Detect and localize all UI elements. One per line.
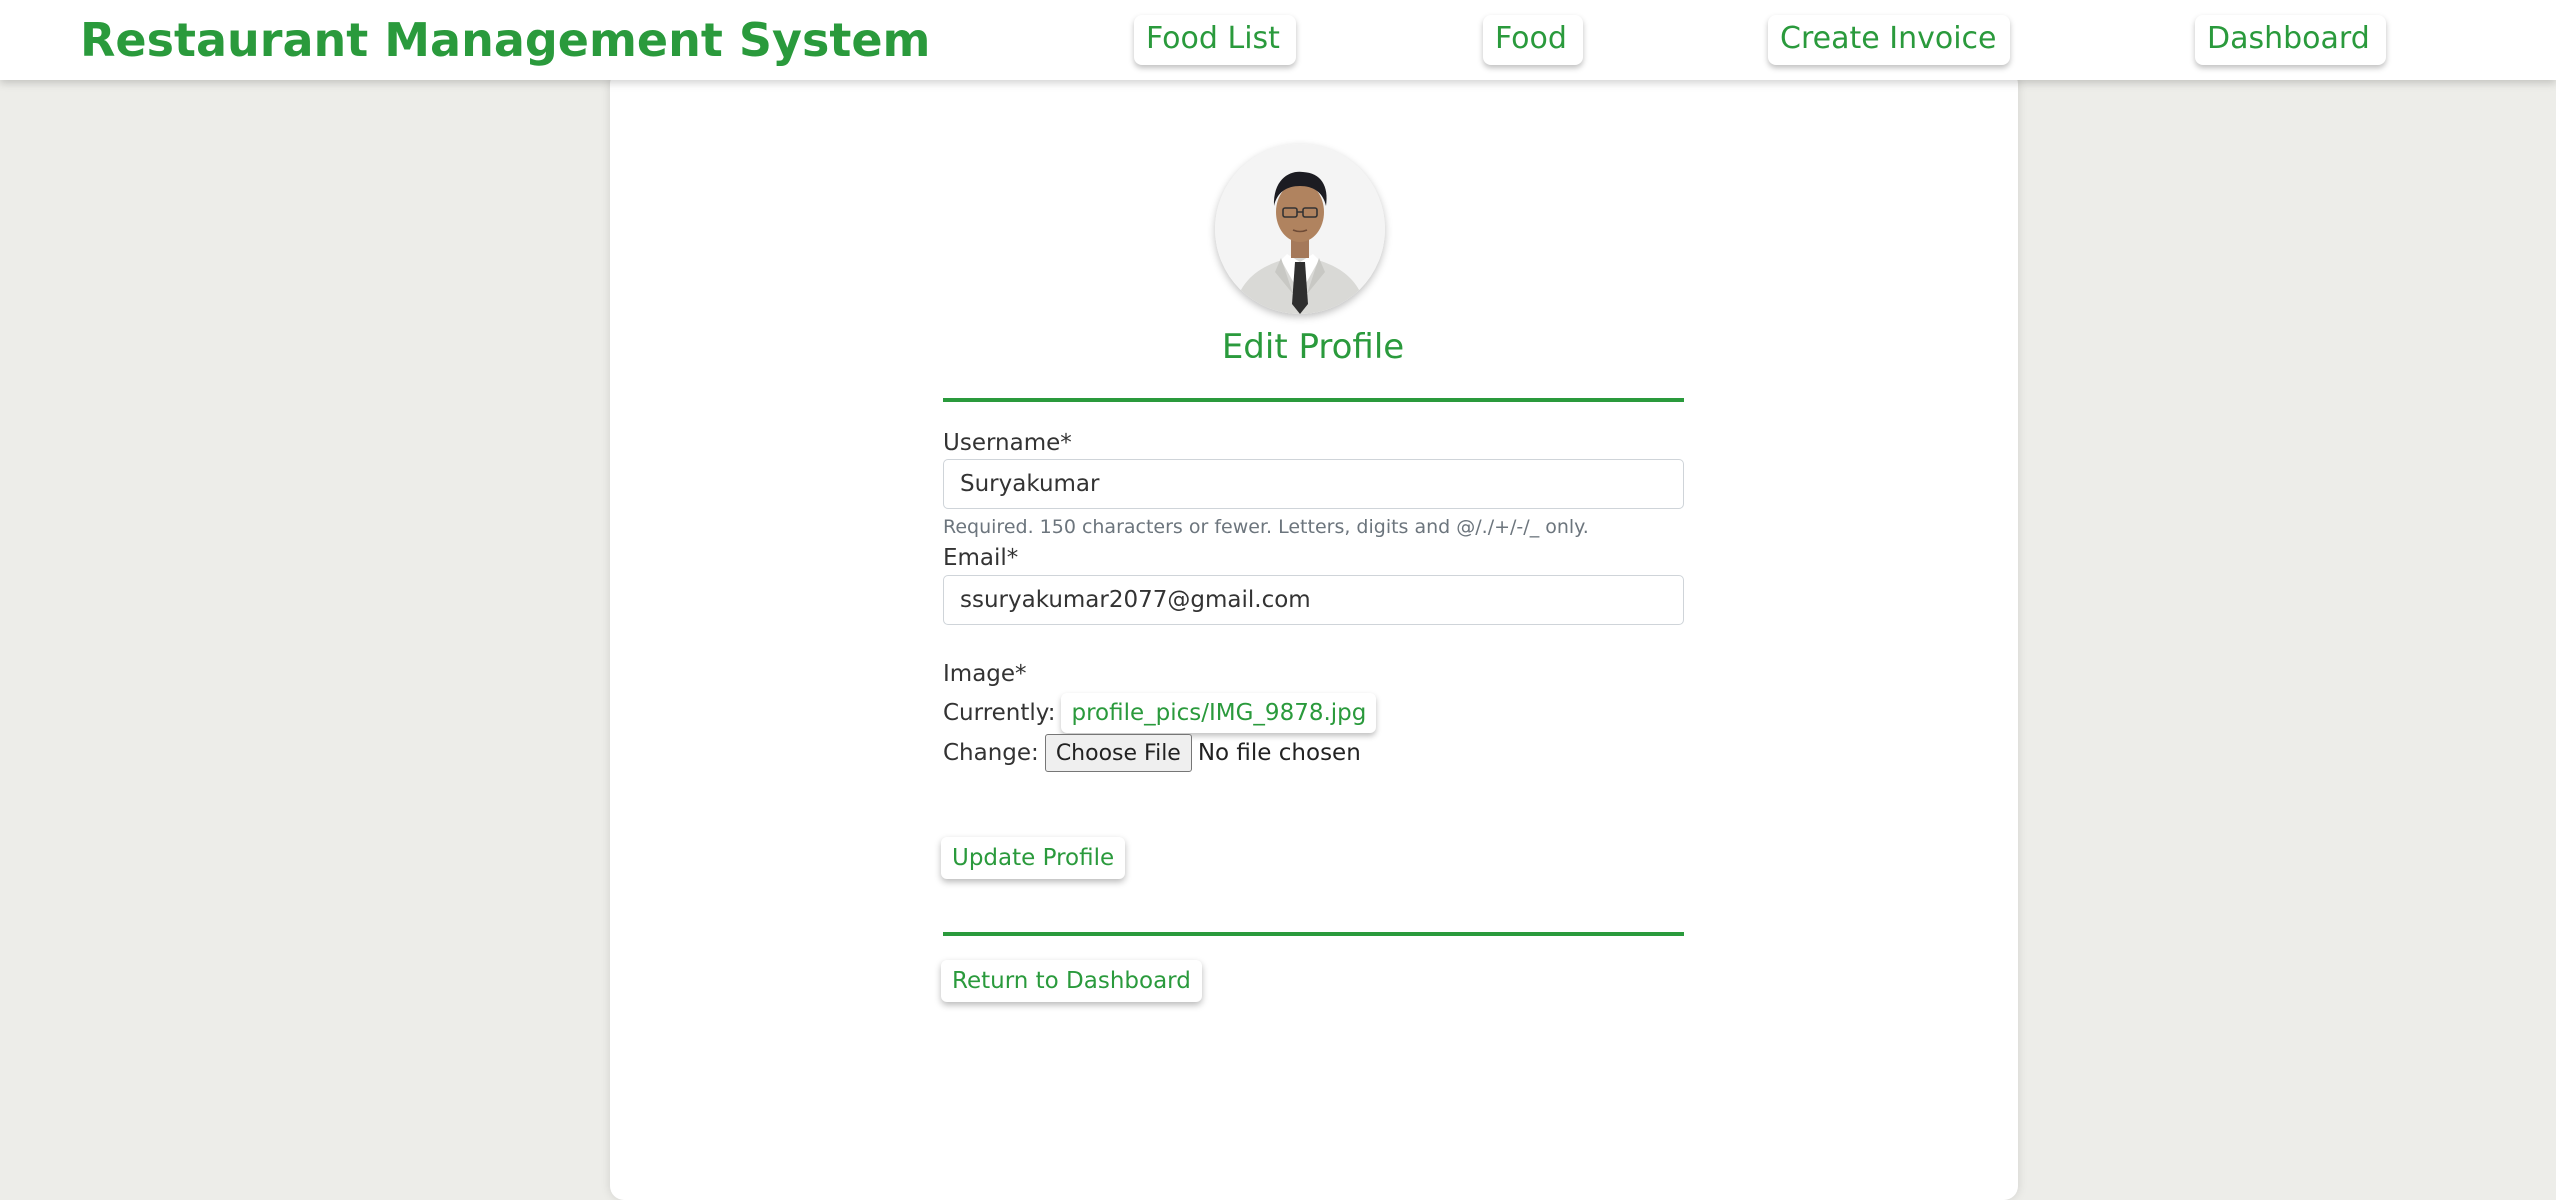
navbar: Restaurant Management System Food List F…	[0, 0, 2556, 80]
title-divider	[943, 398, 1684, 402]
username-label: Username*	[943, 430, 1072, 456]
nav-food-list[interactable]: Food List	[1134, 15, 1296, 65]
avatar	[1215, 144, 1385, 314]
nav-dashboard[interactable]: Dashboard	[2195, 15, 2386, 65]
choose-file-button[interactable]: Choose File	[1044, 734, 1192, 772]
nav-food[interactable]: Food	[1483, 15, 1583, 65]
image-label: Image*	[943, 661, 1027, 687]
brand-title: Restaurant Management System	[80, 13, 931, 67]
profile-photo-icon	[1215, 144, 1385, 314]
currently-label: Currently:	[943, 700, 1056, 726]
nav-create-invoice[interactable]: Create Invoice	[1768, 15, 2010, 65]
change-image-row: Change: Choose File No file chosen	[943, 734, 1361, 772]
change-label: Change:	[943, 740, 1039, 766]
page-title: Edit Profile	[1221, 327, 1405, 367]
update-profile-button[interactable]: Update Profile	[941, 837, 1126, 879]
return-to-dashboard-button[interactable]: Return to Dashboard	[941, 960, 1202, 1002]
username-help-text: Required. 150 characters or fewer. Lette…	[943, 516, 1589, 538]
email-label: Email*	[943, 545, 1019, 571]
current-image-link[interactable]: profile_pics/IMG_9878.jpg	[1061, 693, 1377, 733]
current-image-row: Currently: profile_pics/IMG_9878.jpg	[943, 692, 1377, 734]
file-status-text: No file chosen	[1197, 740, 1361, 766]
footer-divider	[943, 932, 1684, 936]
username-input[interactable]	[943, 459, 1684, 509]
email-input[interactable]	[943, 575, 1684, 625]
